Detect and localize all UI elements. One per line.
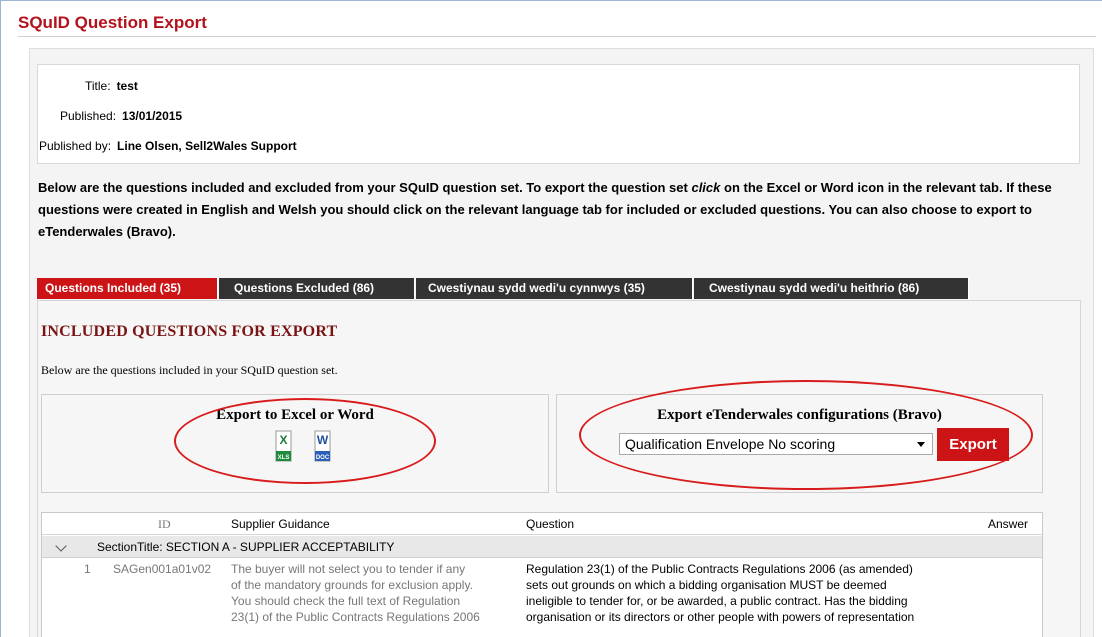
- bravo-config-selected: Qualification Envelope No scoring: [625, 436, 836, 452]
- page-title: SQuID Question Export: [18, 13, 207, 32]
- guidance-line: You should check the full text of Regula…: [231, 594, 461, 608]
- guidance-line: 23(1) of the Public Contracts Regulation…: [231, 610, 480, 624]
- word-tag: DOC: [316, 455, 330, 461]
- grid-header: ID Supplier Guidance Question Answer: [42, 513, 1042, 535]
- row-question: Regulation 23(1) of the Public Contracts…: [526, 561, 986, 625]
- meta-published-row: Published: 13/01/2015: [60, 109, 182, 123]
- row-number: 1: [84, 562, 91, 576]
- column-supplier-guidance[interactable]: Supplier Guidance: [231, 517, 330, 531]
- column-answer[interactable]: Answer: [988, 517, 1028, 531]
- meta-published-label: Published:: [60, 109, 117, 123]
- export-office-title: Export to Excel or Word: [216, 407, 374, 423]
- column-question[interactable]: Question: [526, 517, 574, 531]
- tab-cwestiynau-cynnwys[interactable]: Cwestiynau sydd wedi'u cynnwys (35): [416, 278, 693, 299]
- meta-title-row: Title: test: [85, 79, 138, 93]
- guidance-line: The buyer will not select you to tender …: [231, 562, 466, 576]
- guidance-line: of the mandatory grounds for exclusion a…: [231, 578, 473, 592]
- meta-title-label: Title:: [85, 79, 111, 93]
- intro-part1: Below are the questions included and exc…: [38, 180, 692, 195]
- export-button[interactable]: Export: [937, 428, 1009, 461]
- table-row[interactable]: 1 SAGen001a01v02 The buyer will not sele…: [42, 558, 1042, 637]
- question-line: organisation or its directors or other p…: [526, 610, 915, 624]
- group-title: SectionTitle: SECTION A - SUPPLIER ACCEP…: [97, 540, 395, 554]
- tab-questions-included[interactable]: Questions Included (35): [37, 278, 218, 299]
- questions-grid: ID Supplier Guidance Question Answer Sec…: [41, 512, 1043, 637]
- intro-emphasis: click: [691, 180, 721, 195]
- tab-questions-excluded[interactable]: Questions Excluded (86): [219, 278, 415, 299]
- question-line: Regulation 23(1) of the Public Contracts…: [526, 562, 913, 576]
- meta-published-value: 13/01/2015: [122, 109, 183, 123]
- question-line: ineligible to tender for, or be awarded,…: [526, 594, 908, 608]
- meta-title-value: test: [116, 79, 138, 93]
- meta-publisher-value: Line Olsen, Sell2Wales Support: [117, 139, 297, 153]
- export-bravo-title: Export eTenderwales configurations (Brav…: [657, 407, 942, 423]
- word-letter: W: [317, 433, 329, 447]
- intro-text: Below are the questions included and exc…: [38, 177, 1078, 243]
- row-guidance: The buyer will not select you to tender …: [231, 561, 516, 625]
- column-id[interactable]: ID: [158, 517, 171, 532]
- meta-publisher-label: Published by:: [39, 139, 112, 153]
- page-title-bar: SQuID Question Export: [18, 8, 1096, 37]
- chevron-down-icon: [917, 442, 925, 447]
- meta-publisher-row: Published by: Line Olsen, Sell2Wales Supp…: [39, 139, 297, 153]
- group-row-section-a[interactable]: SectionTitle: SECTION A - SUPPLIER ACCEP…: [42, 536, 1042, 558]
- question-line: sets out grounds on which a bidding orga…: [526, 578, 887, 592]
- word-doc-icon[interactable]: W DOC: [314, 430, 331, 462]
- section-subheading: Below are the questions included in your…: [41, 363, 338, 377]
- chevron-down-icon[interactable]: [55, 540, 67, 552]
- row-id: SAGen001a01v02: [113, 562, 212, 576]
- tab-cwestiynau-heithrio[interactable]: Cwestiynau sydd wedi'u heithrio (86): [694, 278, 969, 299]
- excel-tag: XLS: [278, 455, 290, 461]
- excel-letter: X: [279, 433, 287, 447]
- export-office-box: Export to Excel or Word: [41, 394, 549, 493]
- section-heading: INCLUDED QUESTIONS FOR EXPORT: [41, 323, 338, 340]
- bravo-config-select[interactable]: Qualification Envelope No scoring: [619, 433, 933, 455]
- meta-box: Title: test Published: 13/01/2015 Publishe…: [37, 64, 1080, 164]
- excel-xls-icon[interactable]: X XLS: [275, 430, 292, 462]
